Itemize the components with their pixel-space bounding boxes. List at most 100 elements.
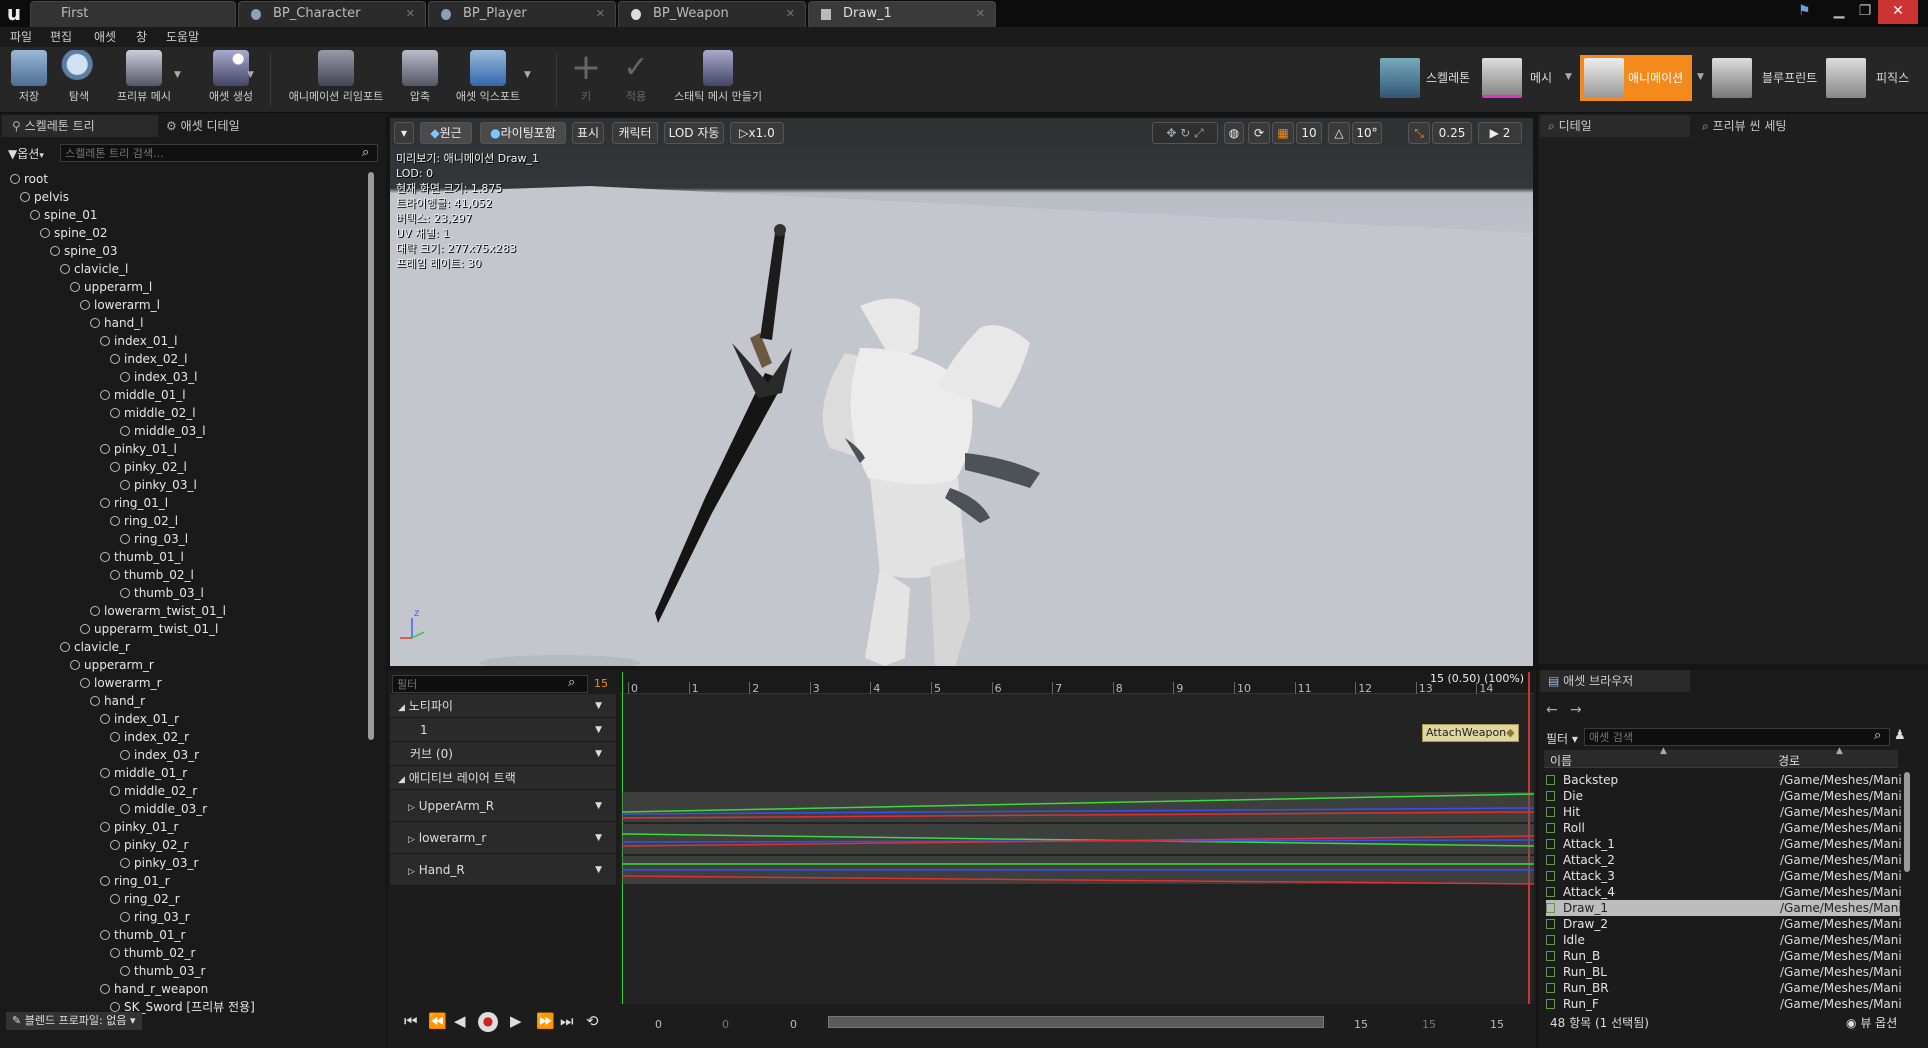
bone-hand-r[interactable]: hand_r	[90, 692, 145, 710]
close-window-button[interactable]: ✕	[1878, 0, 1918, 24]
tab-asset-browser[interactable]: ▤ 애셋 브라우저	[1540, 670, 1690, 692]
close-icon[interactable]: ✕	[976, 2, 985, 26]
column-path-header[interactable]: 경로	[1778, 752, 1800, 769]
track-hand-r[interactable]: ▷ Hand_R ▼	[390, 854, 616, 886]
scale-snap-icon[interactable]: ⤡	[1408, 122, 1430, 144]
export-dropdown-icon[interactable]: ▼	[524, 70, 531, 80]
make-static-mesh-button[interactable]: 스태틱 메시 만들기	[666, 50, 770, 110]
menu-file[interactable]: 파일	[10, 27, 32, 47]
tab-asset-details[interactable]: ⚙ 애셋 디테일	[160, 115, 300, 137]
range-start-value[interactable]: 0	[722, 1018, 729, 1032]
asset-row[interactable]: Run_F/Game/Meshes/Mani	[1546, 996, 1902, 1012]
bone-lowerarm-r[interactable]: lowerarm_r	[80, 674, 162, 692]
close-icon[interactable]: ✕	[596, 2, 605, 26]
tab-first[interactable]: First	[30, 1, 236, 27]
preview-viewport[interactable]: z	[390, 118, 1533, 666]
bone-index-02-r[interactable]: index_02_r	[110, 728, 189, 746]
view-start-value[interactable]: 0	[655, 1018, 662, 1032]
bone-pinky-02-r[interactable]: pinky_02_r	[110, 836, 188, 854]
sort-ascending-icon[interactable]: ▲	[1660, 746, 1667, 756]
character-button[interactable]: 캐릭터	[612, 122, 658, 144]
go-to-start-icon[interactable]: ⏮	[404, 1012, 418, 1030]
skeleton-tree-search-input[interactable]	[60, 144, 378, 162]
play-reverse-icon[interactable]: ◀	[454, 1012, 466, 1030]
save-button[interactable]: 저장	[8, 50, 50, 110]
rotation-snap-icon[interactable]: △	[1328, 122, 1350, 144]
chevron-down-icon[interactable]: ▼	[595, 718, 602, 742]
notify-track-1[interactable]: 1 ▼	[390, 718, 616, 742]
tab-draw-1[interactable]: Draw_1 ✕	[808, 1, 996, 27]
notifies-track-header[interactable]: ◢ 노티파이 ▼	[390, 694, 616, 718]
asset-row[interactable]: Run_BL/Game/Meshes/Mani	[1546, 964, 1902, 980]
search-icon[interactable]: ⌕	[568, 675, 575, 690]
bone-root[interactable]: root	[10, 170, 48, 188]
bone-thumb-03-l[interactable]: thumb_03_l	[120, 584, 204, 602]
timeline-scrollbar[interactable]	[828, 1016, 1324, 1028]
bone-middle-01-r[interactable]: middle_01_r	[100, 764, 187, 782]
create-asset-button[interactable]: 애셋 생성	[196, 50, 266, 110]
chevron-down-icon[interactable]: ▼	[595, 854, 602, 886]
mode-blueprint-button[interactable]: 블루프린트	[1712, 55, 1824, 101]
bone-thumb-02-r[interactable]: thumb_02_r	[110, 944, 195, 962]
bone-spine-02[interactable]: spine_02	[40, 224, 107, 242]
bone-ring-02-l[interactable]: ring_02_l	[110, 512, 178, 530]
curves-track-header[interactable]: 커브 (0) ▼	[390, 742, 616, 766]
asset-row[interactable]: Idle/Game/Meshes/Mani	[1546, 932, 1902, 948]
asset-row[interactable]: Attack_4/Game/Meshes/Mani	[1546, 884, 1902, 900]
preview-mesh-dropdown-icon[interactable]: ▼	[174, 70, 181, 80]
bone-hand-r-weapon[interactable]: hand_r_weapon	[100, 980, 208, 998]
bone-pelvis[interactable]: pelvis	[20, 188, 69, 206]
bone-spine-03[interactable]: spine_03	[50, 242, 117, 260]
preview-mesh-button[interactable]: 프리뷰 메시	[108, 50, 180, 110]
scale-snap-value[interactable]: 0.25	[1432, 122, 1472, 144]
bone-middle-02-l[interactable]: middle_02_l	[110, 404, 196, 422]
chevron-down-icon[interactable]: ▼	[595, 822, 602, 854]
close-icon[interactable]: ✕	[406, 2, 415, 26]
bone-index-01-r[interactable]: index_01_r	[100, 710, 179, 728]
working-start-value[interactable]: 0	[790, 1018, 797, 1032]
create-asset-dropdown-icon[interactable]: ▼	[247, 70, 254, 80]
reimport-animation-button[interactable]: 애니메이션 리임포트	[284, 50, 388, 110]
menu-edit[interactable]: 편집	[50, 27, 72, 47]
view-end-value[interactable]: 15	[1490, 1018, 1504, 1032]
animation-dropdown-icon[interactable]: ▼	[1697, 72, 1704, 82]
bone-pinky-02-l[interactable]: pinky_02_l	[110, 458, 187, 476]
asset-row[interactable]: Backstep/Game/Meshes/Mani	[1546, 772, 1902, 788]
asset-search-input[interactable]	[1584, 728, 1890, 746]
key-button[interactable]: + 키	[568, 50, 604, 110]
options-dropdown[interactable]: ▼옵션▾	[8, 146, 44, 162]
tab-details[interactable]: ⌕ 디테일	[1540, 115, 1690, 137]
mode-mesh-button[interactable]: 메시	[1482, 55, 1574, 101]
column-name-header[interactable]: 이름	[1550, 752, 1572, 769]
show-button[interactable]: 표시	[572, 122, 604, 144]
bone-index-03-l[interactable]: index_03_l	[120, 368, 197, 386]
close-icon[interactable]: ✕	[786, 2, 795, 26]
bone-thumb-01-r[interactable]: thumb_01_r	[100, 926, 185, 944]
timeline-filter-input[interactable]	[392, 675, 588, 693]
bone-clavicle-r[interactable]: clavicle_r	[60, 638, 130, 656]
bone-ring-02-r[interactable]: ring_02_r	[110, 890, 180, 908]
lit-mode-button[interactable]: ●라이팅포함	[480, 122, 566, 144]
bone-middle-01-l[interactable]: middle_01_l	[100, 386, 186, 404]
menu-help[interactable]: 도움말	[166, 27, 199, 47]
sort-icon[interactable]: ▲	[1836, 746, 1843, 756]
asset-row[interactable]: Roll/Game/Meshes/Mani	[1546, 820, 1902, 836]
bone-thumb-03-r[interactable]: thumb_03_r	[120, 962, 205, 980]
search-icon[interactable]: ⌕	[362, 145, 369, 160]
maximize-button[interactable]: ❐	[1852, 0, 1878, 24]
transform-tools[interactable]: ✥ ↻ ⤢	[1152, 122, 1218, 144]
tab-preview-scene-settings[interactable]: ⌕ 프리뷰 씬 세팅	[1696, 115, 1836, 137]
export-asset-button[interactable]: 애셋 익스포트	[452, 50, 524, 110]
bone-thumb-02-l[interactable]: thumb_02_l	[110, 566, 194, 584]
lod-auto-button[interactable]: LOD 자동	[664, 122, 724, 144]
asset-row[interactable]: Attack_1/Game/Meshes/Mani	[1546, 836, 1902, 852]
track-lowerarm-r[interactable]: ▷ lowerarm_r ▼	[390, 822, 616, 854]
mesh-dropdown-icon[interactable]: ▼	[1565, 72, 1572, 82]
minimize-button[interactable]: ▁	[1826, 0, 1852, 24]
bone-hand-l[interactable]: hand_l	[90, 314, 144, 332]
menu-window[interactable]: 창	[136, 27, 147, 47]
chevron-down-icon[interactable]: ▼	[595, 694, 602, 718]
bone-pinky-03-r[interactable]: pinky_03_r	[120, 854, 198, 872]
bone-middle-02-r[interactable]: middle_02_r	[110, 782, 197, 800]
step-back-icon[interactable]: ⏪	[428, 1012, 447, 1030]
